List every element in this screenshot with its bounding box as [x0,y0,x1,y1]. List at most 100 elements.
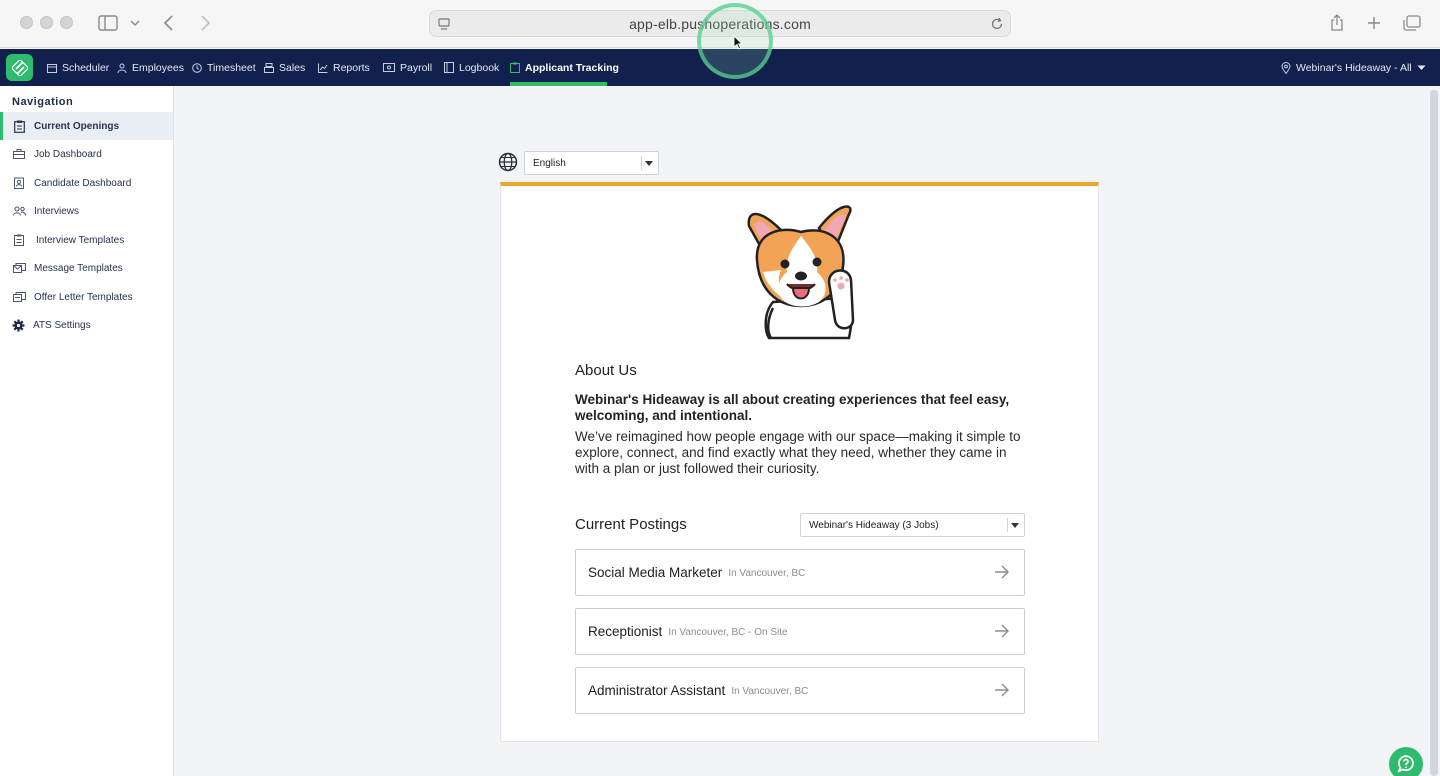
nav-logbook[interactable]: Logbook [444,49,499,86]
active-tab-indicator [510,82,607,86]
address-bar[interactable]: app-elb.pushoperations.com [429,10,1011,37]
sidebar-item-candidate-dashboard[interactable]: Candidate Dashboard [0,169,173,197]
sidebar-item-job-dashboard[interactable]: Job Dashboard [0,140,173,168]
sidebar-item-label: Offer Letter Templates [34,291,133,303]
browser-toolbar: app-elb.pushoperations.com [0,0,1440,48]
reload-icon[interactable] [990,17,1004,31]
sidebar-item-label: Current Openings [34,120,120,132]
calendar-icon [47,63,57,73]
sidebar-item-label: Message Templates [34,262,123,274]
clipboard-list-icon [12,233,26,247]
about-us-headline: Webinar's Hideaway is all about creating… [575,392,1010,423]
close-window-button[interactable] [20,16,33,29]
briefcase-icon [12,147,26,161]
sidebar-item-label: Interviews [34,205,80,217]
job-title: Social Media Marketer [588,565,723,580]
job-title: Receptionist [588,624,663,639]
app-top-nav: Scheduler Employees Timesheet Sales Repo… [0,49,1440,86]
tab-overview-icon[interactable] [1402,12,1422,34]
new-tab-icon[interactable] [1365,12,1383,34]
back-icon[interactable] [160,12,178,34]
job-location: In Vancouver, BC - On Site [668,627,788,638]
help-chat-button[interactable] [1389,747,1423,776]
postings-location-select[interactable]: Webinar's Hideaway (3 Jobs) [800,513,1025,537]
clipboard-icon [12,119,26,133]
nav-reports-label: Reports [333,61,370,74]
nav-timesheet[interactable]: Timesheet [192,49,256,86]
nav-sales[interactable]: Sales [264,49,305,86]
location-selector[interactable]: Webinar's Hideaway - All [1281,49,1426,86]
minimize-window-button[interactable] [40,16,53,29]
register-icon [264,62,274,73]
scrollbar-thumb[interactable] [1430,90,1438,776]
job-location: In Vancouver, BC [731,686,809,697]
sidebar-item-offer-letter-templates[interactable]: Offer Letter Templates [0,283,173,311]
badge-icon [12,176,26,190]
clipboard-icon [510,62,520,73]
globe-icon [498,152,518,172]
nav-logbook-label: Logbook [459,61,500,74]
select-divider [1007,518,1008,532]
gear-icon [11,318,25,332]
location-label: Webinar's Hideaway - All [1296,61,1412,74]
nav-employees-label: Employees [132,61,184,74]
sidebar-title: Navigation [12,96,74,108]
career-page-card: About Us Webinar's Hideaway is all about… [500,182,1099,742]
forward-icon[interactable] [196,12,214,34]
clock-icon [192,62,202,73]
sidebar-item-label: ATS Settings [33,319,91,331]
job-title: Administrator Assistant [588,683,726,698]
nav-sales-label: Sales [279,61,306,74]
nav-payroll-label: Payroll [400,61,433,74]
sidebar-item-message-templates[interactable]: Message Templates [0,254,173,282]
nav-scheduler[interactable]: Scheduler [47,49,109,86]
caret-down-icon [645,161,653,166]
sidebar-item-interviews[interactable]: Interviews [0,197,173,225]
current-postings-heading: Current Postings [575,516,687,533]
sidebar: Navigation Current Openings Job Dashboar… [0,86,174,776]
about-us-heading: About Us [575,362,637,379]
sidebar-item-ats-settings[interactable]: ATS Settings [0,311,173,339]
person-icon [117,63,127,73]
language-select[interactable]: English [524,151,659,175]
url-text: app-elb.pushoperations.com [629,16,811,32]
help-chat-icon [1397,755,1414,773]
map-pin-icon [1281,61,1291,74]
arrow-right-icon [995,565,1009,579]
sidebar-item-label: Candidate Dashboard [34,177,132,189]
job-posting-row[interactable]: Social Media Marketer In Vancouver, BC [575,549,1025,596]
caret-down-icon [1417,65,1426,70]
sidebar-item-label: Interview Templates [36,234,125,246]
share-icon[interactable] [1328,12,1346,34]
arrow-right-icon [995,683,1009,697]
job-posting-row[interactable]: Receptionist In Vancouver, BC - On Site [575,608,1025,655]
sidebar-item-label: Job Dashboard [34,148,102,160]
about-us-body: We’ve reimagined how people engage with … [575,429,1021,476]
people-icon [12,204,26,218]
chevron-down-icon[interactable] [128,12,142,34]
job-posting-row[interactable]: Administrator Assistant In Vancouver, BC [575,667,1025,714]
job-location: In Vancouver, BC [728,568,806,579]
book-icon [444,62,454,73]
nav-applicant-tracking[interactable]: Applicant Tracking [510,49,619,86]
push-logo-icon[interactable] [6,54,33,81]
chart-icon [318,63,328,73]
sidebar-item-current-openings[interactable]: Current Openings [0,112,173,140]
postings-location-value: Webinar's Hideaway (3 Jobs) [809,520,939,531]
nav-reports[interactable]: Reports [318,49,370,86]
zoom-window-button[interactable] [60,16,73,29]
corgi-mascot-icon [747,205,855,340]
language-value: English [533,158,566,169]
nav-scheduler-label: Scheduler [62,61,110,74]
nav-timesheet-label: Timesheet [207,61,256,74]
sidebar-item-interview-templates[interactable]: Interview Templates [0,226,173,254]
nav-payroll[interactable]: Payroll [383,49,432,86]
money-icon [383,63,395,72]
caret-down-icon [1011,523,1019,528]
select-divider [641,156,642,170]
message-icon [12,261,26,275]
nav-applicant-tracking-label: Applicant Tracking [525,61,619,74]
sidebar-toggle-icon[interactable] [97,12,119,34]
nav-employees[interactable]: Employees [117,49,184,86]
mouse-pointer-icon [733,35,743,50]
